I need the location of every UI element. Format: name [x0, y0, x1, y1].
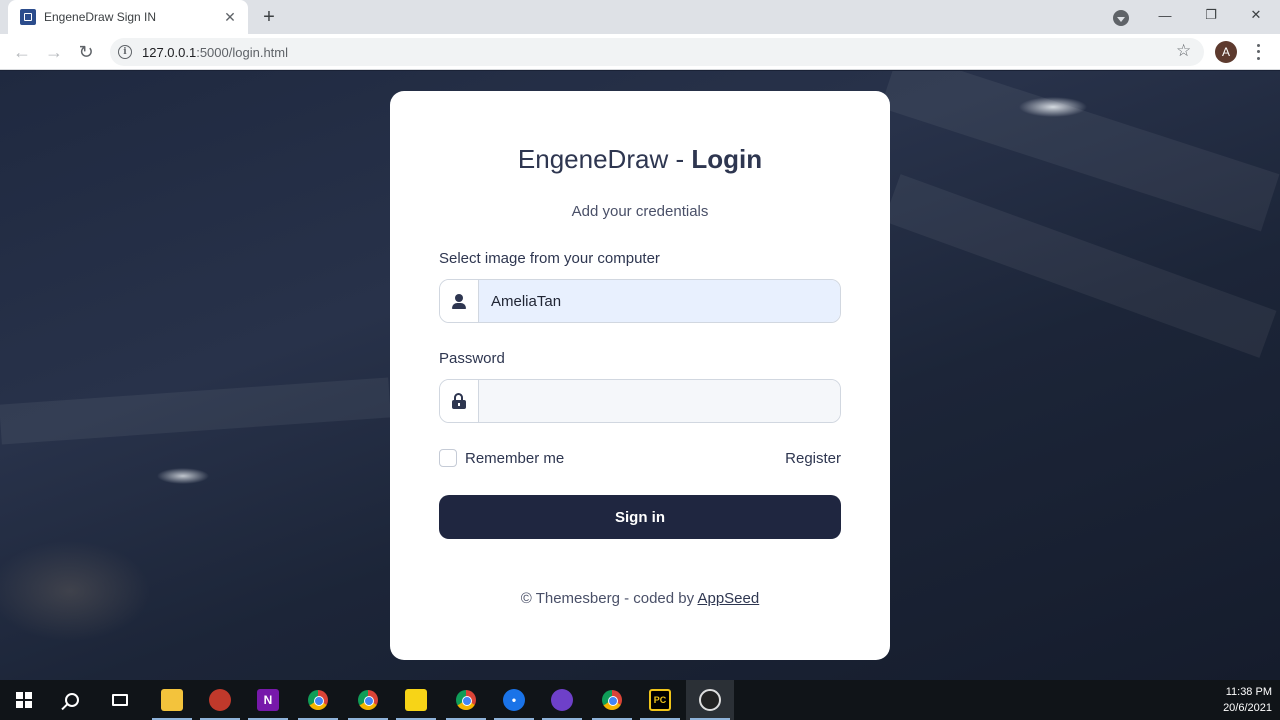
username-input-group [439, 279, 841, 323]
forward-arrow-icon[interactable]: → [42, 40, 66, 64]
folder-icon [161, 689, 183, 711]
title-page-name: Login [691, 144, 763, 174]
start-button[interactable] [0, 680, 48, 720]
page-subtitle: Add your credentials [571, 203, 709, 220]
user-icon [440, 280, 479, 322]
page-title: EngeneDraw - Login [390, 144, 890, 175]
taskbar-pycharm[interactable]: PC [636, 680, 684, 720]
bookmark-star-icon[interactable]: ☆ [1176, 41, 1191, 61]
url-path: :5000/login.html [196, 44, 288, 60]
taskbar-search[interactable] [48, 680, 96, 720]
chrome-icon [602, 690, 622, 710]
site-info-icon[interactable]: i [118, 45, 132, 59]
title-separator: - [668, 144, 692, 174]
chrome-profile-icon [358, 690, 378, 710]
task-view-button[interactable] [96, 680, 144, 720]
unlock-icon [440, 380, 479, 422]
register-link[interactable]: Register [785, 450, 841, 467]
browser-tab-bar: EngeneDraw Sign IN ✕ + — ❐ ✕ [0, 0, 1280, 34]
sticky-notes-icon [405, 689, 427, 711]
username-input[interactable] [479, 280, 840, 322]
url-text[interactable]: 127.0.0.1:5000/login.html [142, 45, 288, 60]
password-input-group [439, 379, 841, 423]
footer-text: © Themesberg - coded by [520, 590, 698, 607]
remember-me-label[interactable]: Remember me [465, 450, 564, 467]
browser-tab[interactable]: EngeneDraw Sign IN ✕ [8, 0, 248, 34]
obs-icon [699, 689, 721, 711]
login-card: EngeneDraw - Login Add your credentials … [390, 91, 890, 660]
ceiling-beam [0, 377, 391, 445]
taskbar-file-explorer[interactable] [148, 680, 196, 720]
profile-avatar[interactable]: A [1215, 41, 1237, 63]
tab-title: EngeneDraw Sign IN [44, 10, 157, 24]
password-input[interactable] [479, 380, 840, 422]
remember-me: Remember me [439, 449, 564, 467]
taskbar-sticky-notes[interactable] [392, 680, 440, 720]
restore-icon[interactable]: ❐ [1200, 4, 1222, 26]
browser-toolbar: ← → ↻ i 127.0.0.1:5000/login.html ☆ A [0, 34, 1280, 70]
taskbar-chrome-3[interactable] [588, 680, 636, 720]
username-label: Select image from your computer [439, 250, 660, 267]
taskbar-maps[interactable]: • [490, 680, 538, 720]
url-host: 127.0.0.1 [142, 44, 197, 60]
search-icon [65, 693, 79, 707]
windows-taskbar: N • PC 11:38 PM 20/6/2021 [0, 680, 1280, 720]
maps-pin-icon: • [503, 689, 525, 711]
minimize-icon[interactable]: — [1154, 4, 1176, 26]
task-view-icon [112, 694, 128, 706]
chrome-icon [308, 690, 328, 710]
taskbar-github-desktop[interactable] [538, 680, 586, 720]
reload-icon[interactable]: ↻ [74, 40, 98, 64]
site-favicon-icon [20, 9, 36, 25]
taskbar-chrome[interactable] [294, 680, 342, 720]
taskbar-onenote[interactable]: N [244, 680, 292, 720]
title-app-name: EngeneDraw [517, 144, 669, 174]
onenote-icon: N [257, 689, 279, 711]
snipping-tool-icon [209, 689, 231, 711]
github-icon [551, 689, 573, 711]
password-label: Password [439, 350, 505, 367]
back-arrow-icon[interactable]: ← [10, 40, 34, 64]
taskbar-chrome-2[interactable] [442, 680, 490, 720]
taskbar-clock[interactable]: 11:38 PM 20/6/2021 [1223, 684, 1272, 716]
sign-in-button[interactable]: Sign in [439, 495, 841, 539]
clock-date: 20/6/2021 [1223, 702, 1272, 714]
taskbar-chrome-profile[interactable] [344, 680, 392, 720]
address-bar[interactable]: i 127.0.0.1:5000/login.html [110, 38, 1204, 66]
chrome-icon [456, 690, 476, 710]
appseed-link[interactable]: AppSeed [697, 590, 759, 607]
browser-menu-icon[interactable] [1250, 42, 1266, 62]
footer-credit: © Themesberg - coded by AppSeed [390, 590, 890, 607]
tab-search-icon[interactable] [1113, 10, 1129, 26]
windows-logo-icon [16, 692, 32, 708]
taskbar-obs[interactable] [686, 680, 734, 720]
pycharm-icon: PC [649, 689, 671, 711]
taskbar-snipping-tool[interactable] [196, 680, 244, 720]
remember-me-checkbox[interactable] [439, 449, 457, 467]
tab-close-icon[interactable]: ✕ [222, 9, 238, 25]
clock-time: 11:38 PM [1225, 686, 1272, 698]
window-close-icon[interactable]: ✕ [1245, 4, 1267, 26]
page-background: EngeneDraw - Login Add your credentials … [0, 71, 1280, 680]
new-tab-plus-icon[interactable]: + [258, 6, 280, 28]
